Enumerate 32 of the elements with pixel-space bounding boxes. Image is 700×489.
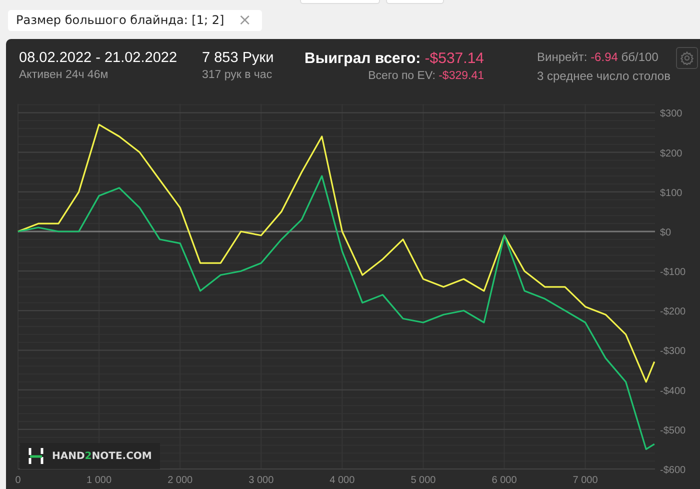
axis-tick-label: -$200: [660, 306, 686, 318]
settings-icon: [680, 51, 694, 65]
axis-tick-label: -$100: [660, 267, 686, 278]
winrate: Винрейт: -6.94 бб/100: [537, 50, 660, 64]
logo-icon: [28, 447, 44, 465]
axis-tick-label: 5 000: [410, 475, 436, 486]
settings-button[interactable]: [676, 47, 698, 69]
axis-tick-label: -$300: [660, 346, 686, 358]
axis-tick-label: 0: [15, 475, 21, 486]
axis-tick-label: 3 000: [248, 475, 274, 486]
axis-tick-label: 7 000: [572, 475, 598, 486]
axis-tick-label: $100: [660, 188, 682, 199]
total-won: Выиграл всего: -$537.14: [304, 50, 484, 67]
close-icon[interactable]: ×: [238, 13, 252, 27]
axis-tick-label: 2 000: [168, 475, 193, 486]
axis-tick-label: 4 000: [330, 475, 355, 486]
logo-text: HAND2NOTE.COM: [52, 450, 152, 462]
axis-tick-label: 1 000: [86, 475, 112, 486]
active-time: Активен 24ч 46м: [19, 69, 110, 81]
axis-tick-label: $300: [660, 108, 682, 120]
axis-tick-label: -$600: [660, 465, 686, 476]
average-tables: 3 среднее число столов: [537, 69, 670, 83]
axis-tick-label: -$400: [660, 386, 686, 397]
axis-tick-label: 6 000: [492, 475, 517, 486]
filter-label: Размер большого блайнда: [1; 2]: [16, 13, 224, 27]
axis-tick-label: $0: [660, 227, 672, 238]
axis-tick-label: -$500: [660, 425, 686, 436]
hands-count: 7 853 Руки: [202, 50, 275, 66]
date-range: 08.02.2022 - 21.02.2022: [19, 50, 178, 66]
ev-total: Всего по EV: -$329.41: [368, 70, 484, 82]
axis-tick-label: $200: [660, 148, 682, 160]
hands-per-hour: 317 рук в час: [202, 69, 274, 81]
